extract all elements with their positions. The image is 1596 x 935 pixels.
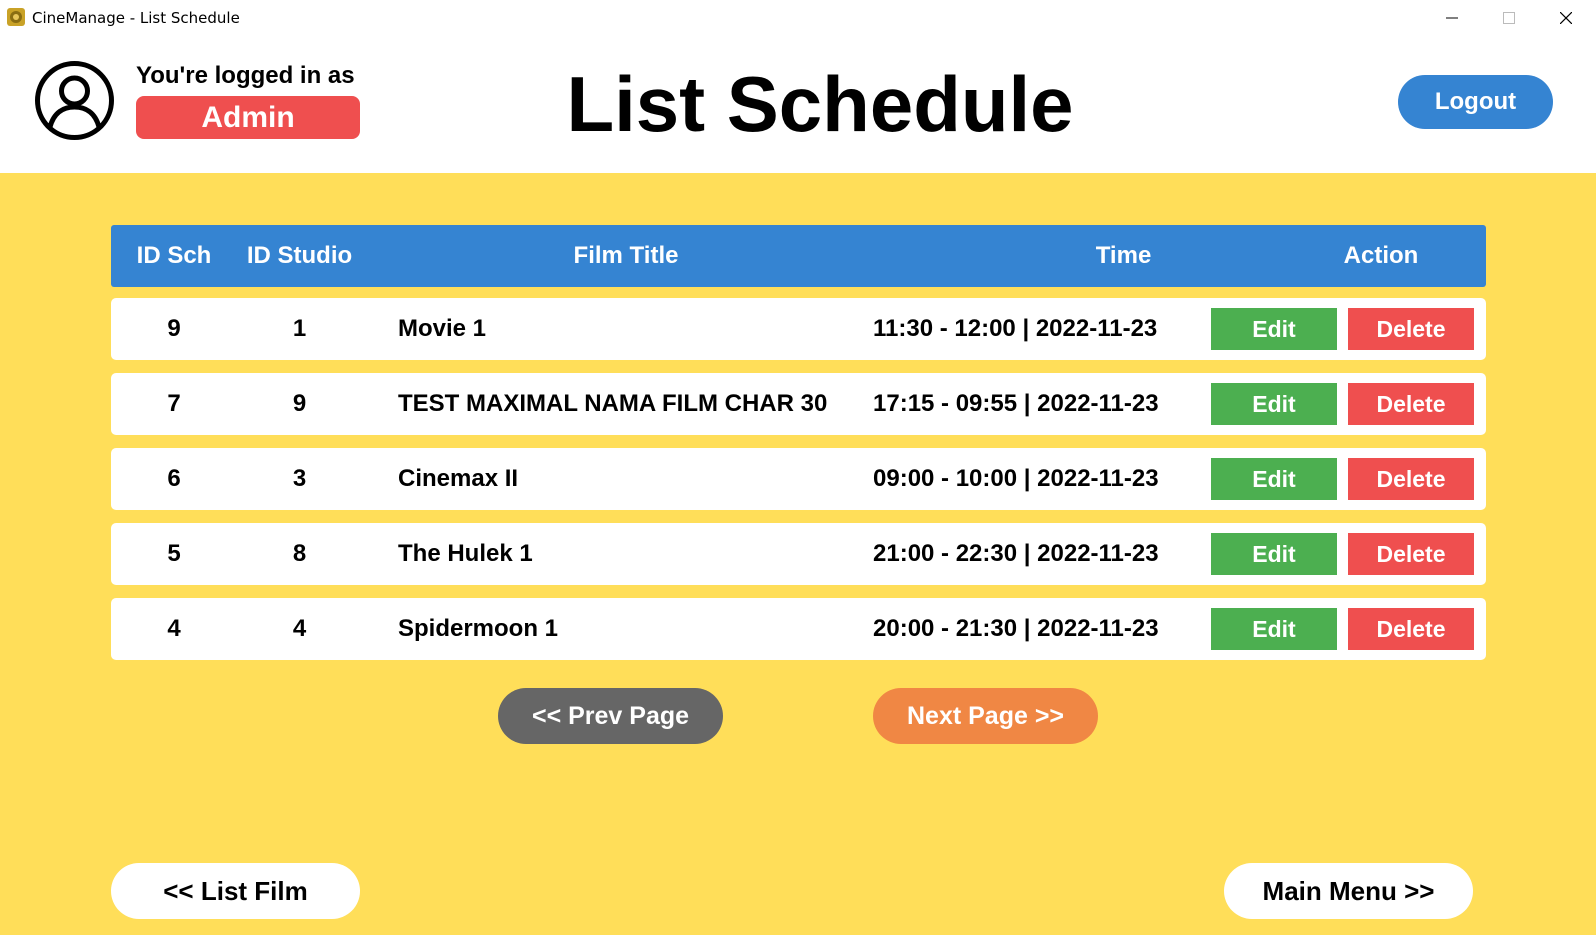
column-header-id-studio: ID Studio: [246, 242, 353, 269]
delete-button[interactable]: Delete: [1348, 308, 1474, 350]
column-header-film-title: Film Title: [573, 242, 679, 269]
role-badge: Admin: [136, 96, 360, 139]
table-row: 6 3 Cinemax II 09:00 - 10:00 | 2022-11-2…: [111, 448, 1486, 510]
cell-id-sch: 7: [167, 390, 181, 417]
edit-button[interactable]: Edit: [1211, 308, 1337, 350]
app-icon: [7, 8, 25, 26]
minimize-icon: [1446, 17, 1458, 19]
column-header-action: Action: [1343, 242, 1419, 269]
cell-time: 17:15 - 09:55 | 2022-11-23: [873, 390, 1159, 417]
edit-button[interactable]: Edit: [1211, 533, 1337, 575]
cell-time: 21:00 - 22:30 | 2022-11-23: [873, 540, 1159, 567]
next-page-button[interactable]: Next Page >>: [873, 688, 1098, 744]
cell-id-studio: 3: [292, 465, 307, 492]
minimize-button[interactable]: [1424, 0, 1480, 36]
list-film-button[interactable]: << List Film: [111, 863, 360, 919]
delete-button[interactable]: Delete: [1348, 383, 1474, 425]
user-avatar-icon: [35, 61, 114, 140]
logged-in-label: You're logged in as: [136, 62, 355, 89]
close-icon: [1560, 12, 1572, 24]
edit-button[interactable]: Edit: [1211, 383, 1337, 425]
column-header-id-sch: ID Sch: [136, 242, 212, 269]
main-content: ID Sch ID Studio Film Title Time Action …: [0, 173, 1596, 935]
maximize-icon: [1503, 12, 1515, 24]
cell-id-studio: 8: [292, 540, 307, 567]
cell-id-studio: 9: [292, 390, 307, 417]
delete-button[interactable]: Delete: [1348, 458, 1474, 500]
table-row: 5 8 The Hulek 1 21:00 - 22:30 | 2022-11-…: [111, 523, 1486, 585]
cell-id-sch: 5: [167, 540, 181, 567]
window-title: CineManage - List Schedule: [32, 9, 240, 27]
cell-time: 11:30 - 12:00 | 2022-11-23: [873, 315, 1158, 342]
table-row: 7 9 TEST MAXIMAL NAMA FILM CHAR 30 17:15…: [111, 373, 1486, 435]
cell-film-title: Spidermoon 1: [398, 615, 559, 642]
cell-id-studio: 4: [292, 615, 307, 642]
cell-film-title: The Hulek 1: [398, 540, 533, 567]
close-button[interactable]: [1538, 0, 1594, 36]
cell-film-title: Cinemax II: [398, 465, 519, 492]
delete-button[interactable]: Delete: [1348, 533, 1474, 575]
maximize-button[interactable]: [1481, 0, 1537, 36]
cell-time: 09:00 - 10:00 | 2022-11-23: [873, 465, 1159, 492]
app-header: You're logged in as Admin List Schedule …: [0, 36, 1596, 173]
edit-button[interactable]: Edit: [1211, 608, 1337, 650]
page-title: List Schedule: [566, 60, 1074, 148]
cell-film-title: Movie 1: [398, 315, 487, 342]
delete-button[interactable]: Delete: [1348, 608, 1474, 650]
table-header: ID Sch ID Studio Film Title Time Action: [111, 225, 1486, 287]
cell-time: 20:00 - 21:30 | 2022-11-23: [873, 615, 1159, 642]
prev-page-button[interactable]: << Prev Page: [498, 688, 723, 744]
logout-button[interactable]: Logout: [1398, 75, 1553, 129]
title-bar: CineManage - List Schedule: [0, 0, 1596, 36]
table-row: 9 1 Movie 1 11:30 - 12:00 | 2022-11-23 E…: [111, 298, 1486, 360]
edit-button[interactable]: Edit: [1211, 458, 1337, 500]
cell-id-sch: 4: [167, 615, 181, 642]
table-row: 4 4 Spidermoon 1 20:00 - 21:30 | 2022-11…: [111, 598, 1486, 660]
cell-id-studio: 1: [292, 315, 307, 342]
cell-film-title: TEST MAXIMAL NAMA FILM CHAR 30: [398, 390, 828, 417]
main-menu-button[interactable]: Main Menu >>: [1224, 863, 1473, 919]
cell-id-sch: 6: [167, 465, 181, 492]
cell-id-sch: 9: [167, 315, 181, 342]
